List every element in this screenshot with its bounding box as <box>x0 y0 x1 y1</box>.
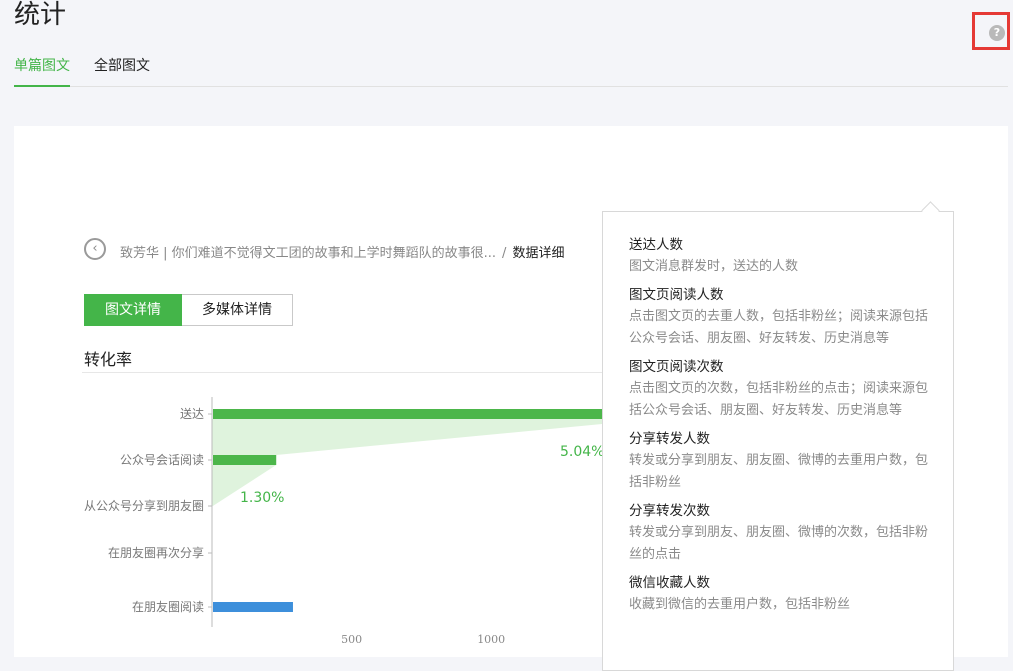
category-label: 在朋友圈再次分享 <box>108 545 204 560</box>
tooltip-item-title: 送达人数 <box>629 237 683 253</box>
tooltip-item-title: 微信收藏人数 <box>629 575 710 591</box>
breadcrumb-separator: / <box>502 246 507 261</box>
category-label: 公众号会话阅读 <box>120 453 204 467</box>
detail-segment-control: 图文详情 多媒体详情 <box>84 294 293 326</box>
tooltip-item: 送达人数图文消息群发时，送达的人数 <box>629 234 929 278</box>
x-tick-label: 1000 <box>477 633 505 646</box>
section-divider <box>82 372 622 373</box>
bar <box>213 409 602 419</box>
x-tick-label: 500 <box>341 633 362 646</box>
tooltip-item: 分享转发人数转发或分享到朋友、朋友圈、微博的去重用户数，包括非粉丝 <box>629 428 929 494</box>
tooltip-item-desc: 转发或分享到朋友、朋友圈、微博的次数，包括非粉丝的点击 <box>629 525 929 562</box>
breadcrumb-article[interactable]: 致芳华 | 你们难道不觉得文工团的故事和上学时舞蹈队的故事很... <box>120 246 496 261</box>
stats-tabs: 单篇图文 全部图文 <box>14 0 1008 87</box>
metric-tooltip: 送达人数图文消息群发时，送达的人数 图文页阅读人数点击图文页的去重人数，包括非粉丝… <box>602 211 954 671</box>
category-label: 送达 <box>180 406 204 421</box>
tooltip-item-title: 分享转发人数 <box>629 431 710 447</box>
tooltip-list: 送达人数图文消息群发时，送达的人数 图文页阅读人数点击图文页的去重人数，包括非粉丝… <box>629 234 929 622</box>
tab-single-article[interactable]: 单篇图文 <box>14 55 70 87</box>
tooltip-item-title: 图文页阅读次数 <box>629 359 724 375</box>
tooltip-item-title: 图文页阅读人数 <box>629 287 724 303</box>
tooltip-item-desc: 收藏到微信的去重用户数，包括非粉丝 <box>629 597 851 612</box>
tooltip-item: 微信收藏人数收藏到微信的去重用户数，包括非粉丝 <box>629 572 929 616</box>
bar <box>213 455 277 465</box>
section-title: 转化率 <box>84 350 133 369</box>
tooltip-item-title: 分享转发次数 <box>629 503 710 519</box>
breadcrumb: 致芳华 | 你们难道不觉得文工团的故事和上学时舞蹈队的故事很... / 数据详细 <box>120 242 564 261</box>
category-label: 在朋友圈阅读 <box>132 600 204 614</box>
tooltip-item: 图文页阅读次数点击图文页的次数，包括非粉丝的点击；阅读来源包括公众号会话、朋友圈… <box>629 356 929 422</box>
bar <box>213 602 293 612</box>
category-label: 从公众号分享到朋友圈 <box>84 498 204 513</box>
back-button[interactable]: ‹ <box>84 238 106 260</box>
tooltip-item-desc: 点击图文页的次数，包括非粉丝的点击；阅读来源包括公众号会话、朋友圈、好友转发、历… <box>629 381 929 418</box>
tooltip-item-desc: 点击图文页的去重人数，包括非粉丝；阅读来源包括公众号会话、朋友圈、好友转发、历史… <box>629 309 929 346</box>
segment-article-detail[interactable]: 图文详情 <box>84 294 182 326</box>
tooltip-item: 图文页阅读人数点击图文页的去重人数，包括非粉丝；阅读来源包括公众号会话、朋友圈、… <box>629 284 929 350</box>
tooltip-item: 分享转发次数转发或分享到朋友、朋友圈、微博的次数，包括非粉丝的点击 <box>629 500 929 566</box>
tooltip-item-desc: 图文消息群发时，送达的人数 <box>629 259 799 274</box>
conversion-label: 1.30% <box>240 490 284 506</box>
conversion-label: 5.04% <box>560 444 602 460</box>
tooltip-item-desc: 转发或分享到朋友、朋友圈、微博的去重用户数，包括非粉丝 <box>629 453 929 490</box>
help-highlight[interactable]: ? <box>972 12 1010 50</box>
breadcrumb-current: 数据详细 <box>512 246 565 261</box>
tab-all-articles[interactable]: 全部图文 <box>94 55 150 85</box>
page-title: 统计 <box>14 0 67 30</box>
segment-media-detail[interactable]: 多媒体详情 <box>182 294 293 326</box>
funnel-area <box>212 419 602 455</box>
conversion-chart: 送达公众号会话阅读从公众号分享到朋友圈在朋友圈再次分享在朋友圈阅读 5.04% 1.… <box>84 397 602 646</box>
help-icon[interactable]: ? <box>989 25 1005 41</box>
